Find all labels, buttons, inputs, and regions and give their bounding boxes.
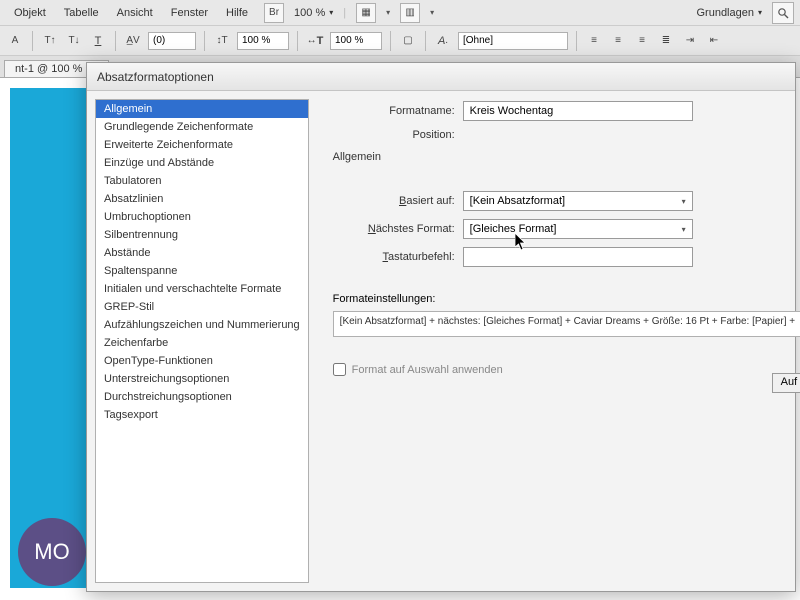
fill-swatch-icon[interactable]: ▢: [399, 32, 417, 50]
screen-mode-icon[interactable]: ▦: [356, 3, 376, 23]
sidebar-item-initialen-und-verschachtelte-formate[interactable]: Initialen und verschachtelte Formate: [96, 280, 308, 298]
sidebar-item-abst-nde[interactable]: Abstände: [96, 244, 308, 262]
sidebar-item-grundlegende-zeichenformate[interactable]: Grundlegende Zeichenformate: [96, 118, 308, 136]
justify-icon[interactable]: ≣: [657, 32, 675, 50]
control-panel: A T↑ T↓ T A̲V (0) ↕T 100 % ↔T 100 % ▢ A.…: [0, 26, 800, 56]
menu-fenster[interactable]: Fenster: [163, 4, 216, 22]
formatname-label: Formatname:: [333, 105, 463, 117]
apply-checkbox-label: Format auf Auswahl anwenden: [352, 364, 503, 376]
superscript-icon[interactable]: T↑: [41, 32, 59, 50]
naechstes-dropdown[interactable]: [Gleiches Format]▾: [463, 219, 693, 239]
subscript-icon[interactable]: T↓: [65, 32, 83, 50]
sidebar-item-zeichenfarbe[interactable]: Zeichenfarbe: [96, 334, 308, 352]
formatname-input[interactable]: [463, 101, 693, 121]
kerning-icon[interactable]: A̲V: [124, 32, 142, 50]
bridge-button[interactable]: Br: [264, 3, 284, 23]
kerning-field[interactable]: (0): [148, 32, 196, 50]
sidebar-item-erweiterte-zeichenformate[interactable]: Erweiterte Zeichenformate: [96, 136, 308, 154]
arrange-docs-icon[interactable]: ▥: [400, 3, 420, 23]
dialog-main-pane: Formatname: Position: Allgemein Basiert …: [313, 91, 800, 591]
sidebar-item-absatzlinien[interactable]: Absatzlinien: [96, 190, 308, 208]
menu-bar: Objekt Tabelle Ansicht Fenster Hilfe Br …: [0, 0, 800, 26]
sidebar-item-unterstreichungsoptionen[interactable]: Unterstreichungsoptionen: [96, 370, 308, 388]
mo-circle: MO: [18, 518, 86, 586]
settings-label: Formateinstellungen:: [333, 293, 800, 305]
vscale-field[interactable]: 100 %: [330, 32, 382, 50]
sidebar-item-tagsexport[interactable]: Tagsexport: [96, 406, 308, 424]
menu-tabelle[interactable]: Tabelle: [56, 4, 107, 22]
sidebar-item-silbentrennung[interactable]: Silbentrennung: [96, 226, 308, 244]
sidebar-item-allgemein[interactable]: Allgemein: [96, 100, 308, 118]
position-label: Position:: [333, 129, 463, 141]
workspace-switcher[interactable]: Grundlagen ▾: [696, 7, 762, 19]
menu-hilfe[interactable]: Hilfe: [218, 4, 256, 22]
basiert-label: Basiert auf:: [333, 195, 463, 207]
tastatur-input[interactable]: [463, 247, 693, 267]
dialog-title: Absatzformatoptionen: [87, 63, 795, 91]
sidebar-item-spaltenspanne[interactable]: Spaltenspanne: [96, 262, 308, 280]
sidebar-item-tabulatoren[interactable]: Tabulatoren: [96, 172, 308, 190]
dialog-sidebar[interactable]: AllgemeinGrundlegende ZeichenformateErwe…: [95, 99, 309, 583]
basiert-dropdown[interactable]: [Kein Absatzformat]▾: [463, 191, 693, 211]
char-style-icon[interactable]: A: [6, 32, 24, 50]
reset-button[interactable]: Auf: [772, 373, 800, 393]
char-style-field[interactable]: [Ohne]: [458, 32, 568, 50]
sidebar-item-umbruchoptionen[interactable]: Umbruchoptionen: [96, 208, 308, 226]
align-center-icon[interactable]: ≡: [609, 32, 627, 50]
menu-objekt[interactable]: Objekt: [6, 4, 54, 22]
apply-checkbox[interactable]: [333, 363, 346, 376]
menu-ansicht[interactable]: Ansicht: [109, 4, 161, 22]
vscale-icon[interactable]: ↔T: [306, 32, 324, 50]
naechstes-label: Nächstes Format:: [333, 223, 463, 235]
char-style-dd-icon[interactable]: A.: [434, 32, 452, 50]
indent-left-icon[interactable]: ⇥: [681, 32, 699, 50]
underline-icon[interactable]: T: [89, 32, 107, 50]
align-right-icon[interactable]: ≡: [633, 32, 651, 50]
align-left-icon[interactable]: ≡: [585, 32, 603, 50]
search-icon[interactable]: [772, 2, 794, 24]
sidebar-item-grep-stil[interactable]: GREP-Stil: [96, 298, 308, 316]
zoom-level[interactable]: 100 % ▾: [294, 7, 333, 19]
tastatur-label: Tastaturbefehl:: [333, 251, 463, 263]
hscale-field[interactable]: 100 %: [237, 32, 289, 50]
sidebar-item-opentype-funktionen[interactable]: OpenType-Funktionen: [96, 352, 308, 370]
settings-summary: [Kein Absatzformat] + nächstes: [Gleiche…: [333, 311, 800, 337]
sidebar-item-aufz-hlungszeichen-und-nummerierung[interactable]: Aufzählungszeichen und Nummerierung: [96, 316, 308, 334]
section-allgemein: Allgemein: [333, 151, 800, 163]
hscale-icon[interactable]: ↕T: [213, 32, 231, 50]
sidebar-item-durchstreichungsoptionen[interactable]: Durchstreichungsoptionen: [96, 388, 308, 406]
paragraph-style-options-dialog: Absatzformatoptionen AllgemeinGrundlegen…: [86, 62, 796, 592]
indent-right-icon[interactable]: ⇤: [705, 32, 723, 50]
document-tab-label: nt-1 @ 100 %: [15, 63, 82, 75]
sidebar-item-einz-ge-und-abst-nde[interactable]: Einzüge und Abstände: [96, 154, 308, 172]
